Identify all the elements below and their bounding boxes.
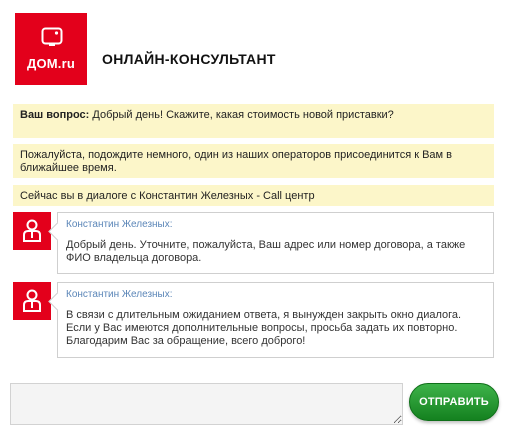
message-input[interactable] (10, 383, 403, 425)
tv-icon (41, 27, 63, 46)
message-author: Константин Железных: (66, 289, 173, 300)
chat-message: Константин Железных: Добрый день. Уточни… (57, 212, 494, 274)
question-notice: Ваш вопрос: Добрый день! Скажите, какая … (13, 104, 494, 138)
page-title: ОНЛАЙН-КОНСУЛЬТАНТ (102, 51, 276, 67)
chat-message: Константин Железных: В связи с длительны… (57, 282, 494, 358)
operator-avatar (13, 282, 51, 320)
wait-notice: Пожалуйста, подождите немного, один из н… (13, 144, 494, 178)
message-author: Константин Железных: (66, 219, 173, 230)
operator-avatar (13, 212, 51, 250)
question-text: Добрый день! Скажите, какая стоимость но… (89, 109, 394, 121)
operator-icon (23, 289, 41, 312)
brand-logo: ДОМ.ru (15, 13, 87, 85)
message-text: В связи с длительным ожиданием ответа, я… (66, 309, 462, 347)
message-text: Добрый день. Уточните, пожалуйста, Ваш а… (66, 239, 466, 264)
send-button[interactable]: ОТПРАВИТЬ (409, 383, 499, 421)
dialog-notice: Сейчас вы в диалоге с Константин Железны… (13, 185, 494, 206)
operator-icon (23, 219, 41, 242)
question-label: Ваш вопрос: (20, 109, 90, 121)
brand-logo-text: ДОМ.ru (26, 56, 75, 71)
